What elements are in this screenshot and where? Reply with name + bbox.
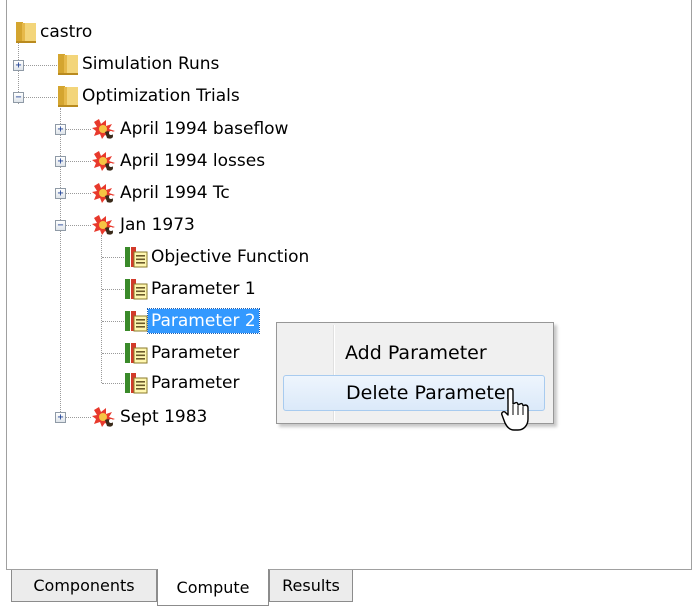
tree-node-trial[interactable]: April 1994 baseflow bbox=[91, 113, 291, 145]
menu-item-label: Add Parameter bbox=[345, 342, 487, 364]
tab-components[interactable]: Components bbox=[11, 570, 157, 602]
expand-plus-icon[interactable]: + bbox=[55, 156, 66, 167]
tree-node-parameter[interactable]: Parameter bbox=[124, 367, 242, 399]
folder-icon bbox=[57, 52, 79, 76]
parameter-icon bbox=[124, 246, 148, 268]
tree-node-simulation-runs[interactable]: Simulation Runs bbox=[57, 48, 222, 80]
tab-compute[interactable]: Compute bbox=[157, 569, 269, 606]
tree-node-objective-function[interactable]: Objective Function bbox=[124, 241, 312, 273]
optimization-trial-icon bbox=[91, 118, 117, 140]
tree-line bbox=[23, 97, 57, 98]
optimization-trial-icon bbox=[91, 182, 117, 204]
tree-node-trial-jan-1973[interactable]: Jan 1973 bbox=[91, 209, 198, 241]
tree-node-label: Parameter 2 bbox=[147, 308, 260, 334]
parameter-icon bbox=[124, 342, 148, 364]
folder-icon bbox=[15, 20, 37, 44]
tree-node-label: Parameter 1 bbox=[151, 279, 256, 299]
expand-plus-icon[interactable]: + bbox=[55, 188, 66, 199]
tree-line bbox=[102, 321, 124, 322]
tree-node-label: April 1994 Tc bbox=[120, 183, 230, 203]
tree-node-label: Parameter bbox=[151, 373, 240, 393]
expand-plus-icon[interactable]: + bbox=[55, 412, 66, 423]
collapse-minus-icon[interactable]: − bbox=[55, 220, 66, 231]
parameter-icon bbox=[124, 372, 148, 394]
tree-node-label: Objective Function bbox=[151, 247, 310, 267]
collapse-minus-icon[interactable]: − bbox=[13, 92, 24, 103]
tab-label: Components bbox=[33, 576, 135, 595]
tree-node-castro[interactable]: castro bbox=[15, 16, 95, 48]
tree-line bbox=[65, 161, 91, 162]
optimization-trial-icon bbox=[91, 214, 117, 236]
tree-line bbox=[102, 257, 124, 258]
tab-results[interactable]: Results bbox=[269, 570, 353, 602]
tree-line bbox=[65, 225, 91, 226]
menu-item-label: Delete Parameter bbox=[346, 382, 514, 404]
tree-line bbox=[65, 129, 91, 130]
tab-label: Results bbox=[282, 576, 340, 595]
tree-node-label: Optimization Trials bbox=[82, 86, 240, 106]
tree-node-label: April 1994 baseflow bbox=[120, 119, 289, 139]
optimization-trial-icon bbox=[91, 150, 117, 172]
tree-node-label: Jan 1973 bbox=[120, 215, 195, 235]
tree-line bbox=[102, 353, 124, 354]
tree-node-trial[interactable]: April 1994 losses bbox=[91, 145, 268, 177]
expand-plus-icon[interactable]: + bbox=[55, 124, 66, 135]
tree-line bbox=[102, 383, 124, 384]
tree-line bbox=[102, 289, 124, 290]
tree-node-label: April 1994 losses bbox=[120, 151, 266, 171]
tree-node-parameter[interactable]: Parameter 1 bbox=[124, 273, 259, 305]
parameter-icon bbox=[124, 278, 148, 300]
parameter-icon bbox=[124, 310, 148, 332]
optimization-trial-icon bbox=[91, 406, 117, 428]
tree-line bbox=[65, 193, 91, 194]
folder-icon bbox=[57, 84, 79, 108]
tab-label: Compute bbox=[176, 577, 250, 597]
tree-line bbox=[65, 417, 91, 418]
tree-node-label: Parameter bbox=[151, 343, 240, 363]
hand-cursor-icon bbox=[501, 387, 529, 431]
tree-node-parameter-selected[interactable]: Parameter 2 bbox=[124, 305, 260, 337]
tree-node-parameter[interactable]: Parameter bbox=[124, 337, 242, 369]
tree-node-optimization-trials[interactable]: Optimization Trials bbox=[57, 80, 243, 112]
tree-line bbox=[60, 108, 61, 418]
tree-node-trial[interactable]: April 1994 Tc bbox=[91, 177, 233, 209]
tree-line bbox=[23, 65, 57, 66]
expand-plus-icon[interactable]: + bbox=[13, 60, 24, 71]
tree-node-label: Simulation Runs bbox=[82, 54, 220, 74]
bottom-tab-bar: Components Compute Results bbox=[6, 569, 692, 607]
tree-node-label: castro bbox=[40, 22, 93, 42]
tree-node-trial[interactable]: Sept 1983 bbox=[91, 401, 210, 433]
compute-tree-panel: castro + Simulation Runs − Optimization … bbox=[6, 0, 692, 570]
tree-node-label: Sept 1983 bbox=[120, 407, 208, 427]
menu-item-add-parameter[interactable]: Add Parameter bbox=[283, 335, 545, 371]
